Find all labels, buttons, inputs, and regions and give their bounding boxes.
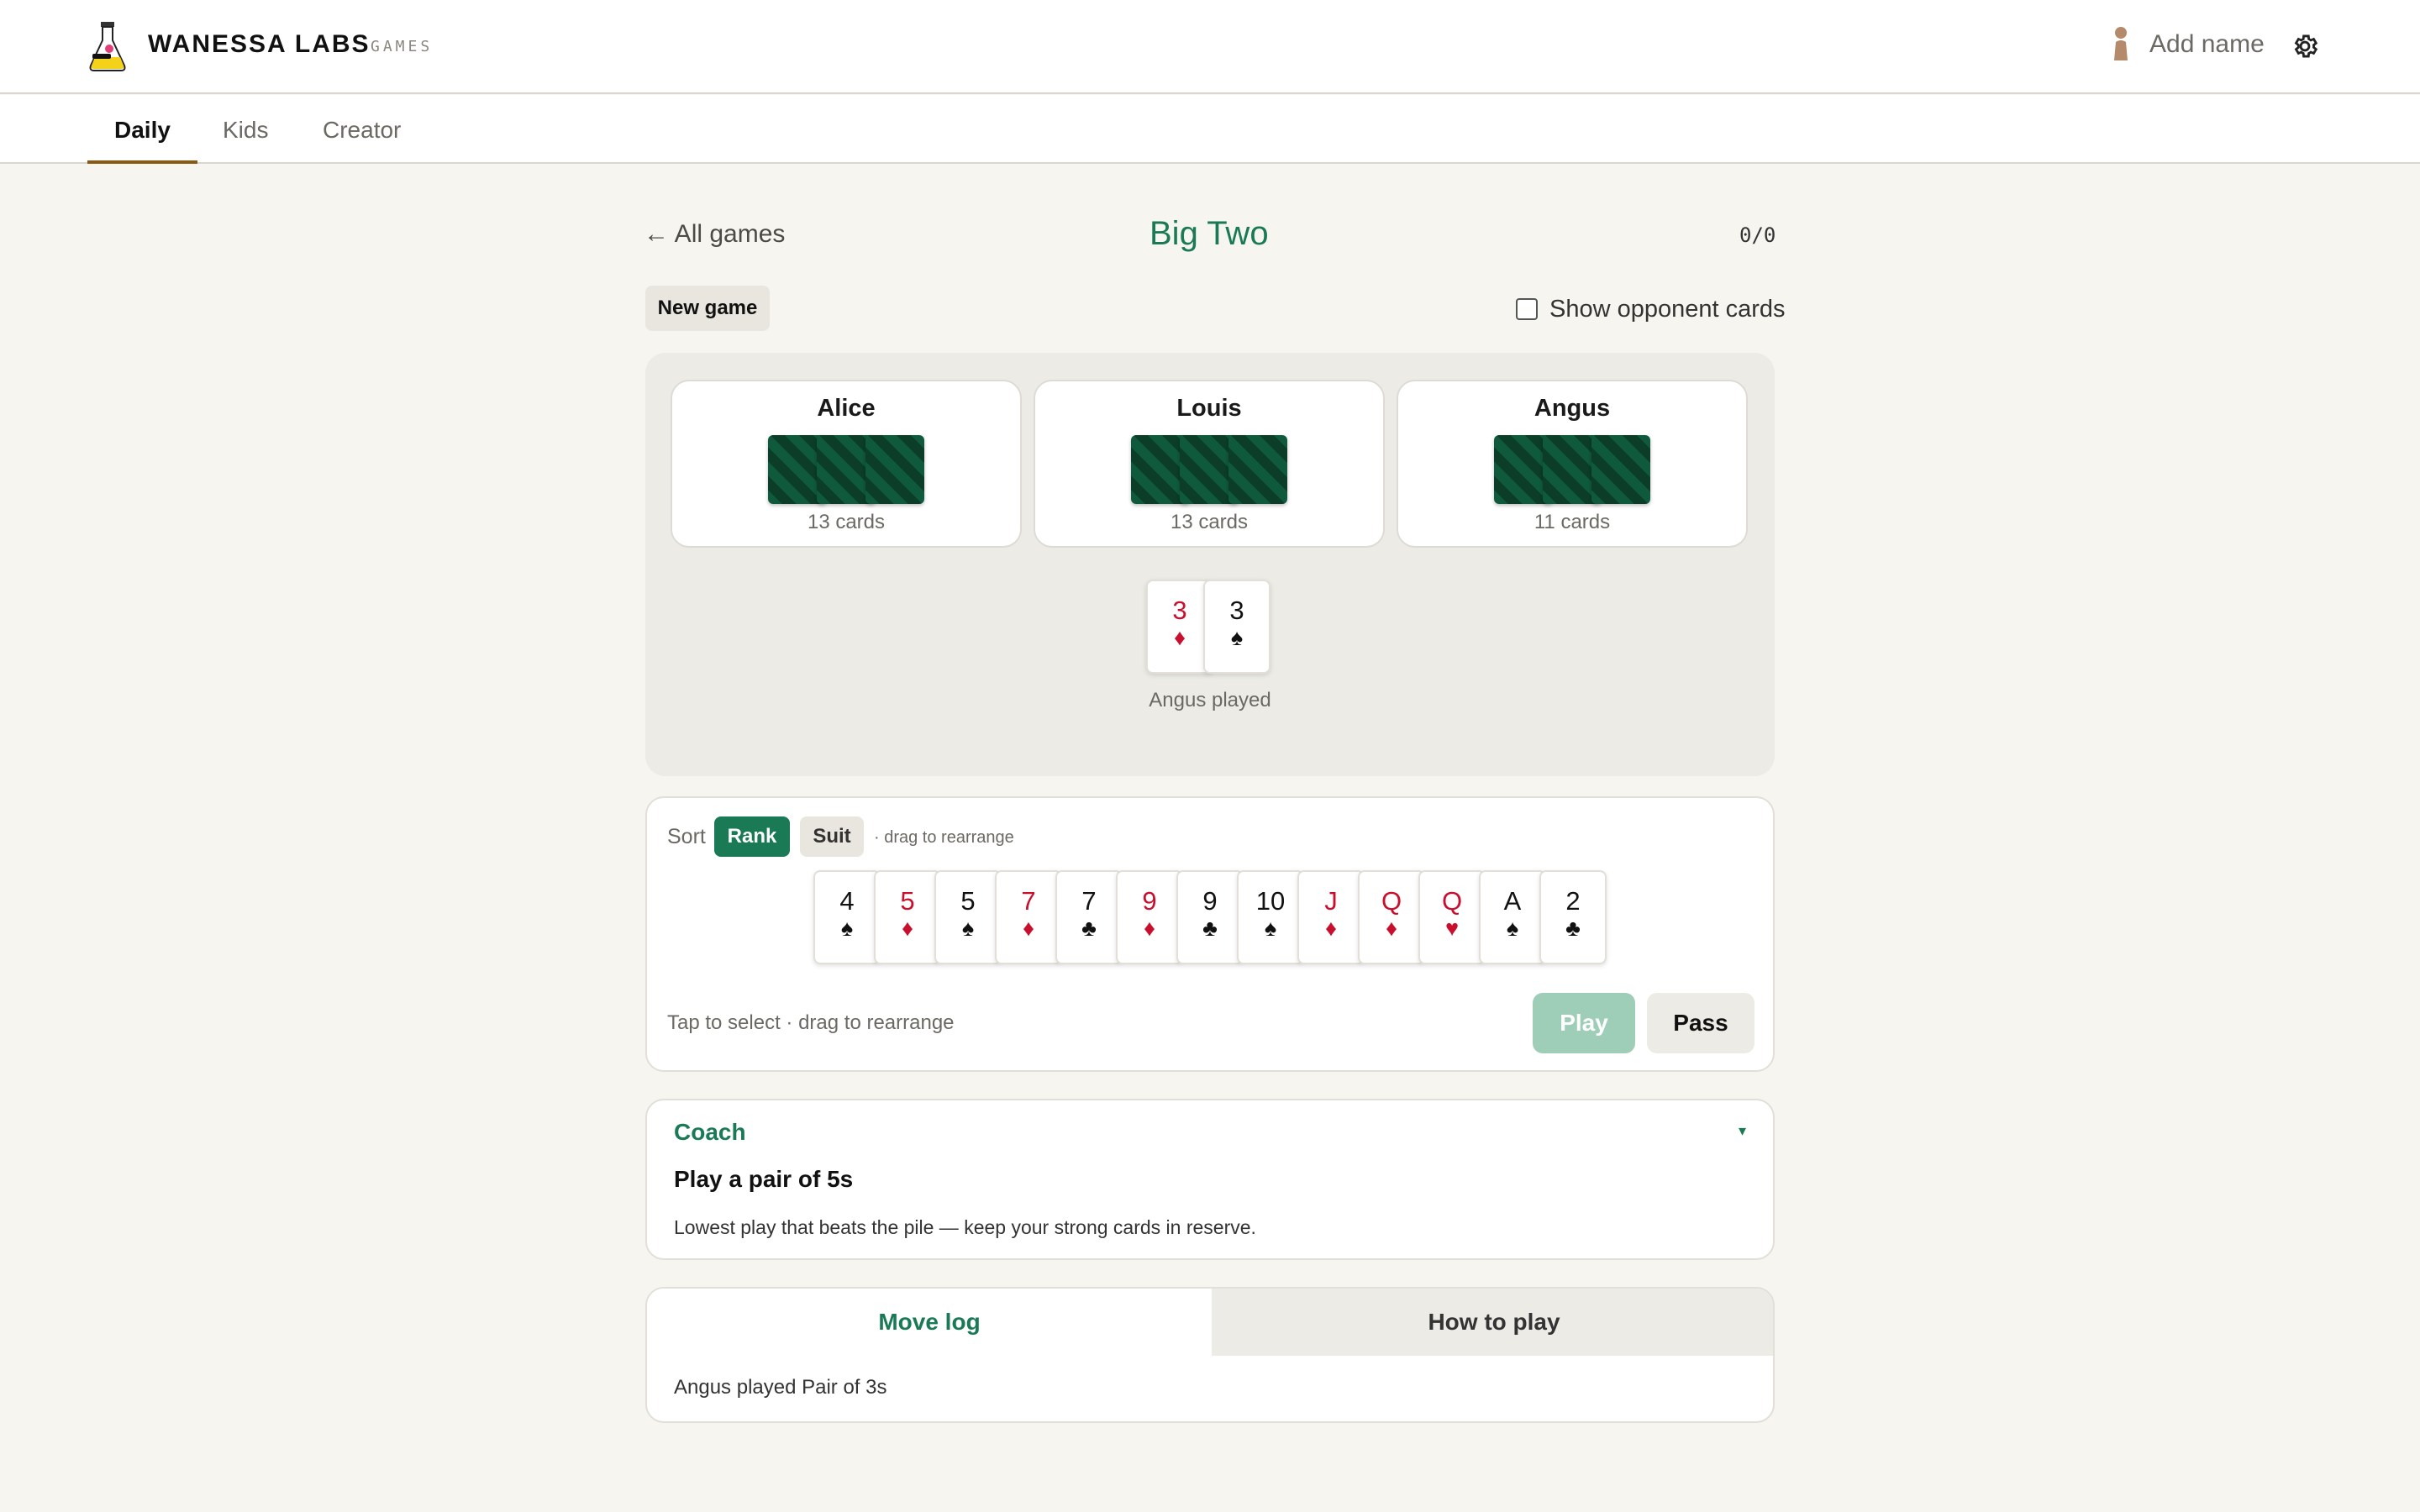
hand-card[interactable]: Q ♥ xyxy=(1418,870,1486,964)
page-title: Big Two xyxy=(1150,215,1269,252)
diamond-suit-icon: ♦ xyxy=(902,916,913,941)
diamond-suit-icon: ♦ xyxy=(1144,916,1155,941)
show-opponent-checkbox[interactable] xyxy=(1516,298,1538,320)
nav-tabs: Daily Kids Creator xyxy=(0,95,2420,164)
opponent-card-count: 11 cards xyxy=(1534,511,1611,533)
card-backs xyxy=(768,435,924,504)
opponent-panel-alice: Alice 13 cards xyxy=(671,380,1022,548)
hand-card[interactable]: 2 ♣ xyxy=(1539,870,1607,964)
card-back xyxy=(1591,435,1650,504)
tab-move-log[interactable]: Move log xyxy=(647,1289,1212,1356)
coach-panel: Coach ▾ Play a pair of 5s Lowest play th… xyxy=(645,1099,1775,1260)
diamond-suit-icon: ♦ xyxy=(1325,916,1337,941)
brand-name: WANESSA LABS xyxy=(148,30,371,58)
opponent-panel-louis: Louis 13 cards xyxy=(1034,380,1385,548)
user-pawn-icon xyxy=(2114,27,2128,60)
card-rank: J xyxy=(1324,886,1338,916)
sort-label: Sort xyxy=(667,825,706,848)
hand-card[interactable]: 5 ♠ xyxy=(934,870,1002,964)
table-area: Alice 13 cards Louis 13 cards Angus 11 c… xyxy=(645,353,1775,776)
card-rank: Q xyxy=(1441,886,1463,916)
opponent-card-count: 13 cards xyxy=(1170,511,1249,533)
spade-suit-icon: ♠ xyxy=(1230,625,1244,650)
club-suit-icon: ♣ xyxy=(1081,916,1097,941)
hand-card[interactable]: A ♠ xyxy=(1479,870,1546,964)
drag-hint: · drag to rearrange xyxy=(874,828,1014,847)
pass-button[interactable]: Pass xyxy=(1647,993,1754,1053)
club-suit-icon: ♣ xyxy=(1202,916,1218,941)
play-button[interactable]: Play xyxy=(1533,993,1635,1053)
hand-card[interactable]: 4 ♠ xyxy=(813,870,881,964)
top-header: WANESSA LABS GAMES Add name xyxy=(0,0,2420,94)
add-name-button[interactable]: Add name xyxy=(2149,30,2265,59)
coach-headline: Play a pair of 5s xyxy=(674,1166,854,1192)
opponent-card-count: 13 cards xyxy=(807,511,886,533)
tab-how-to-play[interactable]: How to play xyxy=(1212,1289,1773,1356)
hand-card[interactable]: 5 ♦ xyxy=(874,870,941,964)
flask-logo-icon xyxy=(89,22,126,71)
coach-title: Coach xyxy=(674,1119,746,1145)
card-rank: 7 xyxy=(1081,886,1097,916)
heart-suit-icon: ♥ xyxy=(1444,916,1460,941)
hand-card[interactable]: 7 ♣ xyxy=(1055,870,1123,964)
opponent-name: Angus xyxy=(1534,395,1611,422)
diamond-suit-icon: ♦ xyxy=(1023,916,1034,941)
card-rank: 5 xyxy=(900,886,915,916)
collapse-triangle-icon[interactable]: ▾ xyxy=(1739,1122,1746,1140)
hand-card[interactable]: 9 ♦ xyxy=(1116,870,1183,964)
tab-daily[interactable]: Daily xyxy=(87,112,197,164)
card-rank: 7 xyxy=(1021,886,1036,916)
pile-label: Angus played xyxy=(1149,689,1271,711)
card-back xyxy=(865,435,924,504)
card-rank: 9 xyxy=(1142,886,1157,916)
hand-card[interactable]: 10 ♠ xyxy=(1237,870,1304,964)
sort-suit-button[interactable]: Suit xyxy=(800,816,864,857)
gear-icon[interactable] xyxy=(2291,32,2319,60)
opponent-name: Alice xyxy=(817,395,876,422)
pile-card: 3 ♠ xyxy=(1203,580,1270,674)
log-entry: Angus played Pair of 3s xyxy=(674,1376,887,1399)
hand-card[interactable]: 7 ♦ xyxy=(995,870,1062,964)
spade-suit-icon: ♠ xyxy=(1264,916,1277,941)
card-backs xyxy=(1494,435,1650,504)
card-rank: 4 xyxy=(839,886,855,916)
card-rank: 2 xyxy=(1565,886,1581,916)
tap-hint: Tap to select · drag to rearrange xyxy=(667,1011,955,1034)
spade-suit-icon: ♠ xyxy=(1506,916,1519,941)
card-rank: A xyxy=(1503,886,1522,916)
new-game-button[interactable]: New game xyxy=(645,286,770,331)
tab-creator[interactable]: Creator xyxy=(323,112,401,164)
brand-subtitle: GAMES xyxy=(371,38,434,55)
card-rank: 10 xyxy=(1255,886,1286,916)
card-rank: 3 xyxy=(1172,596,1187,625)
log-panel: Move log How to play Angus played Pair o… xyxy=(645,1287,1775,1423)
score-counter: 0/0 xyxy=(1739,223,1776,247)
card-rank: Q xyxy=(1381,886,1402,916)
played-pile: 3 ♦ 3 ♠ xyxy=(1146,580,1274,674)
card-back xyxy=(1228,435,1287,504)
hand-cards: 4 ♠ 5 ♦ 5 ♠ 7 ♦ 7 ♣ 9 ♦ 9 ♣ 10 ♠ J ♦ Q ♦ Q ♥ A ♠ 2 ♣ xyxy=(813,870,1620,968)
opponent-name: Louis xyxy=(1176,395,1242,422)
hand-card[interactable]: Q ♦ xyxy=(1358,870,1425,964)
show-opponent-toggle[interactable]: Show opponent cards xyxy=(1516,294,1786,324)
player-hand-panel: Sort Rank Suit · drag to rearrange 4 ♠ 5 ♦ 5… xyxy=(645,796,1775,1072)
club-suit-icon: ♣ xyxy=(1565,916,1581,941)
opponent-panel-angus: Angus 11 cards xyxy=(1397,380,1748,548)
sort-rank-button[interactable]: Rank xyxy=(714,816,790,857)
hand-card[interactable]: 9 ♣ xyxy=(1176,870,1244,964)
card-rank: 5 xyxy=(960,886,976,916)
spade-suit-icon: ♠ xyxy=(840,916,854,941)
spade-suit-icon: ♠ xyxy=(961,916,975,941)
card-rank: 3 xyxy=(1229,596,1244,625)
diamond-suit-icon: ♦ xyxy=(1174,625,1186,650)
all-games-link[interactable]: ← All games xyxy=(644,220,785,249)
hand-card[interactable]: J ♦ xyxy=(1297,870,1365,964)
coach-body: Lowest play that beats the pile — keep y… xyxy=(674,1216,1256,1238)
card-backs xyxy=(1131,435,1287,504)
card-rank: 9 xyxy=(1202,886,1218,916)
tab-kids[interactable]: Kids xyxy=(223,112,268,164)
diamond-suit-icon: ♦ xyxy=(1386,916,1397,941)
show-opponent-label: Show opponent cards xyxy=(1549,295,1786,323)
